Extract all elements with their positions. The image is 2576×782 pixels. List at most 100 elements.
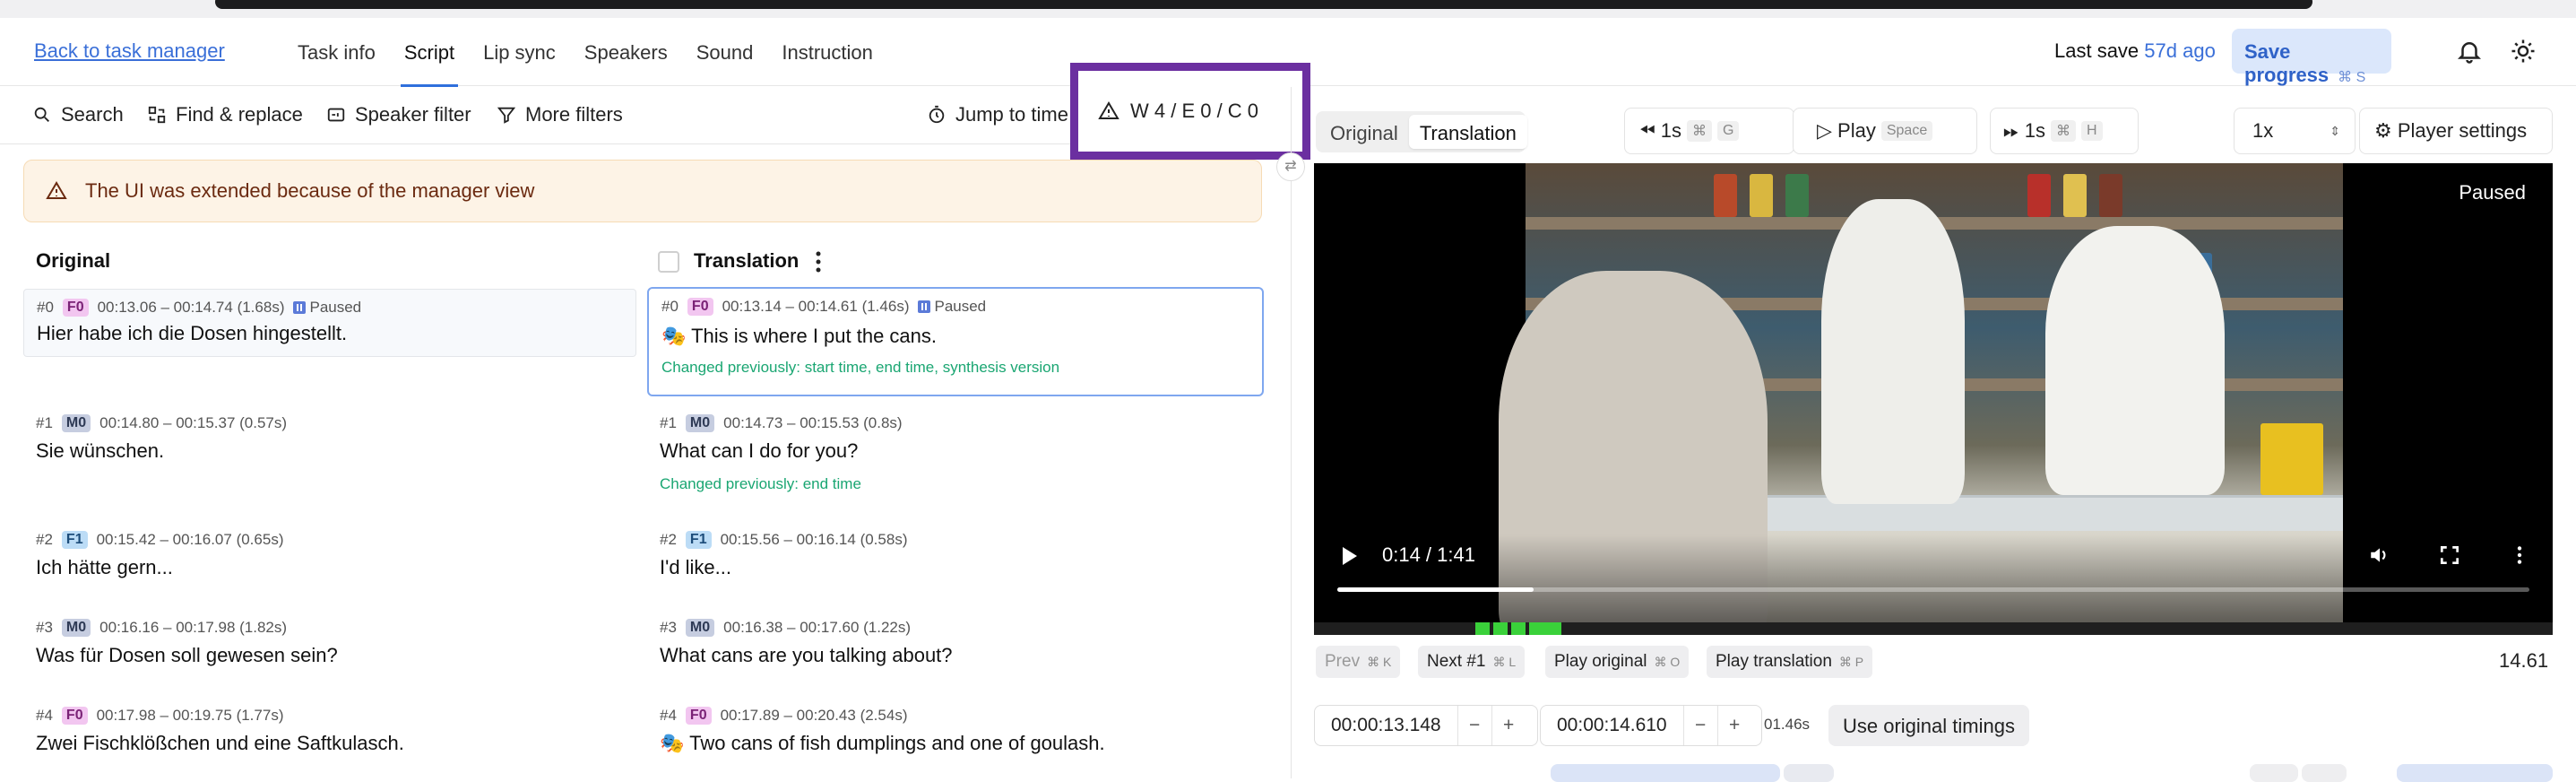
segment-timeline[interactable] <box>1314 622 2553 635</box>
speaker-badge: M0 <box>685 414 715 432</box>
end-time-value[interactable]: 00:00:14.610 <box>1541 715 1683 736</box>
warnings-errors-counter[interactable]: W 4 / E 0 / C 0 <box>1070 63 1310 160</box>
tab-sound[interactable]: Sound <box>682 18 768 86</box>
next-segment-button[interactable]: Next #1 ⌘ L <box>1418 646 1526 678</box>
tab-speakers[interactable]: Speakers <box>570 18 682 86</box>
last-save-label: Last save <box>2054 39 2139 62</box>
play-icon: ▷ <box>1817 119 1832 142</box>
play-button[interactable]: ▷ Play Space <box>1793 108 1977 154</box>
last-save-value: 57d ago <box>2144 39 2216 62</box>
translation-segment-1[interactable]: #1 M0 00:14.73 – 00:15.53 (0.8s) What can … <box>647 405 1264 502</box>
cut-off-button[interactable] <box>2250 764 2298 782</box>
end-time-decrement[interactable]: − <box>1682 706 1717 745</box>
translation-segment-2[interactable]: #2 F1 00:15.56 – 00:16.14 (0.58s) I'd like… <box>647 522 1264 588</box>
segment-id: #0 <box>661 298 679 315</box>
play-translation-button[interactable]: Play translation ⌘ P <box>1707 646 1873 678</box>
segment-time: 00:15.56 – 00:16.14 (0.58s) <box>720 531 908 548</box>
play-original-key: ⌘ O <box>1654 654 1681 669</box>
tab-instruction[interactable]: Instruction <box>767 18 887 86</box>
tab-lip-sync[interactable]: Lip sync <box>469 18 570 86</box>
cut-off-button[interactable] <box>1551 764 1780 782</box>
shopkeeper-figure <box>2045 226 2225 495</box>
tab-task-info[interactable]: Task info <box>283 18 390 86</box>
translation-segment-4[interactable]: #4 F0 00:17.89 – 00:20.43 (2.54s) 🎭 Two ca… <box>647 698 1264 764</box>
view-translation-option[interactable]: Translation <box>1408 115 1527 149</box>
top-bar-pill <box>215 0 2312 9</box>
more-vertical-icon[interactable] <box>2508 543 2531 567</box>
translation-column-header: Translation <box>694 249 800 272</box>
segment-id: #3 <box>660 619 677 636</box>
segment-text: Ich hätte gern... <box>36 556 173 578</box>
prev-segment-button[interactable]: Prev ⌘ K <box>1316 646 1401 678</box>
video-player[interactable]: Paused 0:14 / 1:41 <box>1314 163 2553 633</box>
save-progress-button[interactable]: Save progress ⌘ S <box>2232 29 2391 86</box>
video-progress-fill <box>1337 587 1534 592</box>
segment-text[interactable]: I'd like... <box>660 556 1251 579</box>
rewind-button[interactable]: ⏪︎ 1s ⌘ G <box>1624 108 1794 154</box>
gear-icon: ⚙ <box>2374 119 2392 142</box>
volume-icon[interactable] <box>2368 543 2391 567</box>
segment-time: 00:15.42 – 00:16.07 (0.65s) <box>96 531 284 548</box>
speed-select[interactable]: 1x ⇕ <box>2234 108 2356 154</box>
video-progress-bar[interactable] <box>1337 587 2529 592</box>
end-time-field[interactable]: 00:00:14.610 − + <box>1540 705 1762 746</box>
manager-view-banner: The UI was extended because of the manag… <box>23 160 1262 222</box>
pause-icon <box>918 300 931 313</box>
original-segment-3[interactable]: #3 M0 00:16.16 – 00:17.98 (1.82s) Was für … <box>23 610 636 676</box>
swap-panels-icon[interactable]: ⇄ <box>1276 152 1305 181</box>
forward-label: 1s <box>2024 119 2045 142</box>
play-icon[interactable] <box>1343 547 1357 565</box>
rewind-key-1: ⌘ <box>1686 120 1712 142</box>
start-time-value[interactable]: 00:00:13.148 <box>1315 715 1457 736</box>
speaker-filter-label: Speaker filter <box>355 103 471 126</box>
fullscreen-icon[interactable] <box>2438 543 2461 567</box>
changed-note: Changed previously: start time, end time… <box>661 359 1060 376</box>
shelf-item <box>2063 174 2087 217</box>
segment-time: 00:14.73 – 00:15.53 (0.8s) <box>723 414 903 431</box>
segment-text[interactable]: 🎭 This is where I put the cans. <box>661 325 1249 348</box>
segment-text[interactable]: 🎭 Two cans of fish dumplings and one of … <box>660 732 1251 755</box>
cut-off-button[interactable] <box>1784 764 1834 782</box>
original-segment-1[interactable]: #1 M0 00:14.80 – 00:15.37 (0.57s) Sie wüns… <box>23 405 636 472</box>
view-original-option[interactable]: Original <box>1319 115 1409 149</box>
banner-text: The UI was extended because of the manag… <box>85 179 535 202</box>
bell-icon[interactable] <box>2456 38 2483 65</box>
start-time-decrement[interactable]: − <box>1457 706 1491 745</box>
speaker-badge: F0 <box>62 299 89 317</box>
end-time-increment[interactable]: + <box>1716 706 1751 745</box>
more-filters-button[interactable]: More filters <box>497 103 623 126</box>
back-to-task-manager-link[interactable]: Back to task manager <box>34 39 225 63</box>
search-button[interactable]: Search <box>32 103 124 126</box>
view-toggle: Original Translation <box>1316 111 1527 152</box>
start-time-field[interactable]: 00:00:13.148 − + <box>1314 705 1538 746</box>
translation-segment-0[interactable]: #0 F0 00:13.14 – 00:14.61 (1.46s) Paused 🎭 … <box>647 287 1264 396</box>
segment-text[interactable]: What cans are you talking about? <box>660 644 1251 667</box>
speed-value: 1x <box>2252 119 2274 142</box>
original-segment-4[interactable]: #4 F0 00:17.98 – 00:19.75 (1.77s) Zwei Fis… <box>23 698 636 764</box>
segment-id: #4 <box>36 707 53 724</box>
player-settings-button[interactable]: ⚙ Player settings <box>2359 108 2553 154</box>
cut-off-button[interactable] <box>2302 764 2347 782</box>
translation-segment-3[interactable]: #3 M0 00:16.38 – 00:17.60 (1.22s) What can… <box>647 610 1264 676</box>
sun-icon[interactable] <box>2510 38 2537 65</box>
cut-off-button[interactable] <box>2397 764 2553 782</box>
play-original-label: Play original <box>1554 652 1647 671</box>
segment-text[interactable]: What can I do for you? <box>660 439 1251 463</box>
shelf-item <box>2027 174 2051 217</box>
play-key: Space <box>1880 121 1933 141</box>
panel-divider[interactable] <box>1291 87 1292 778</box>
start-time-increment[interactable]: + <box>1491 706 1526 745</box>
use-original-timings-button[interactable]: Use original timings <box>1828 705 2029 746</box>
tab-script[interactable]: Script <box>390 18 469 87</box>
original-segment-2[interactable]: #2 F1 00:15.42 – 00:16.07 (0.65s) Ich hätt… <box>23 522 636 588</box>
translation-select-all-checkbox[interactable] <box>658 251 679 273</box>
paused-label: Paused <box>309 299 362 316</box>
speaker-filter-button[interactable]: Speaker filter <box>326 103 471 126</box>
kebab-menu-icon[interactable] <box>814 249 823 274</box>
forward-button[interactable]: ⏩︎ 1s ⌘ H <box>1990 108 2139 154</box>
jump-to-time-button[interactable]: Jump to time <box>927 103 1068 126</box>
find-replace-button[interactable]: Find & replace <box>147 103 303 126</box>
play-original-button[interactable]: Play original ⌘ O <box>1545 646 1690 678</box>
segment-text: Sie wünschen. <box>36 439 165 462</box>
original-segment-0[interactable]: #0 F0 00:13.06 – 00:14.74 (1.68s) Paused Hi… <box>23 289 636 357</box>
